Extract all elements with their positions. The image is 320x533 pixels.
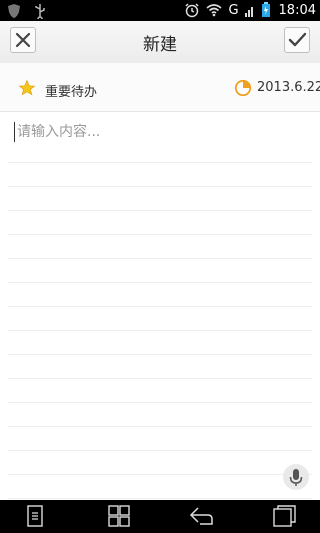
todo-meta-row: 重要待办 2013.6.22	[0, 63, 320, 112]
ruled-lines	[8, 139, 312, 500]
content-placeholder: 请输入内容...	[17, 124, 101, 140]
wifi-icon	[206, 2, 222, 18]
recent-apps-button[interactable]	[271, 505, 297, 527]
voice-input-button[interactable]	[283, 464, 309, 490]
battery-icon	[261, 2, 271, 18]
status-bar: G 18:04	[0, 0, 320, 22]
star-icon	[18, 79, 36, 96]
network-type-label: G	[228, 2, 239, 18]
back-button[interactable]	[188, 505, 214, 527]
shield-icon	[6, 3, 22, 19]
confirm-button[interactable]	[284, 27, 310, 53]
microphone-icon	[289, 469, 303, 486]
apps-icon	[108, 505, 130, 527]
text-caret	[14, 122, 15, 142]
status-time: 18:04	[278, 2, 316, 18]
navigation-bar	[0, 500, 320, 533]
title-bar: 新建	[0, 21, 320, 64]
back-icon	[189, 507, 213, 525]
page-title: 新建	[143, 35, 177, 55]
important-label: 重要待办	[45, 85, 98, 100]
menu-icon	[27, 505, 43, 527]
apps-button[interactable]	[106, 505, 132, 527]
clock-icon	[234, 79, 252, 97]
menu-button[interactable]	[22, 505, 48, 527]
recent-apps-icon	[273, 505, 296, 527]
due-date: 2013.6.22	[257, 80, 320, 95]
signal-icon	[244, 2, 255, 18]
check-icon	[288, 32, 307, 47]
alarm-icon	[184, 2, 200, 18]
content-editor[interactable]: 请输入内容...	[0, 112, 320, 500]
usb-icon	[32, 3, 48, 22]
